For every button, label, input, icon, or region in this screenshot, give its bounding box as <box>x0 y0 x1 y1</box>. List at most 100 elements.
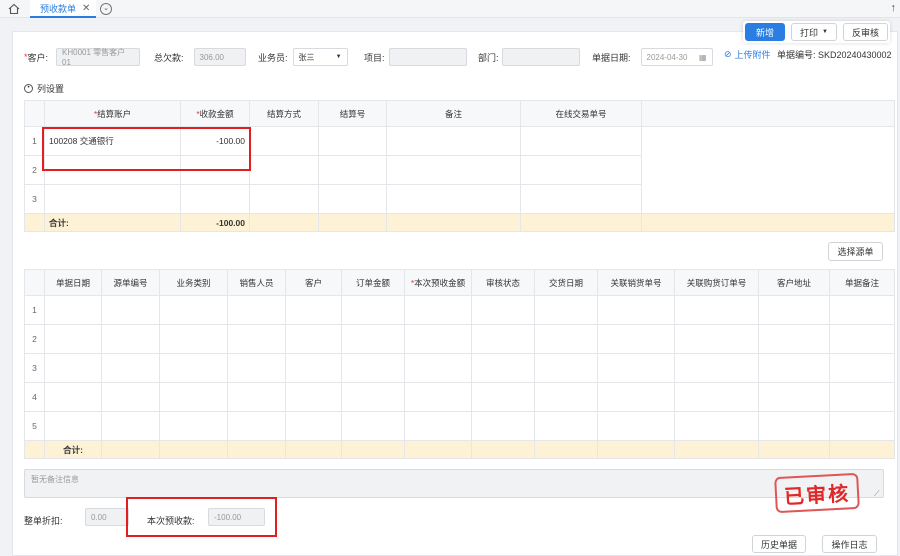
dept-field: 部门: <box>478 48 580 66</box>
column-header: 在线交易单号 <box>520 100 642 127</box>
customer-label: 客户: <box>27 52 49 63</box>
column-header: 关联销货单号 <box>597 269 675 296</box>
salesperson-label: 业务员: <box>258 52 288 63</box>
upload-label: 上传附件 <box>734 50 771 60</box>
column-header: 订单金额 <box>341 269 405 296</box>
table-cell[interactable] <box>520 126 642 156</box>
date-value: 2024-04-30 <box>646 52 688 62</box>
date-input[interactable]: 2024-04-30 ▦ <box>640 48 713 66</box>
audited-stamp: 已审核 <box>774 472 860 514</box>
column-header: 业务类别 <box>159 269 228 296</box>
column-header: *本次预收金额 <box>404 269 472 296</box>
paperclip-icon: ⊘ <box>724 49 732 59</box>
upload-link[interactable]: ⊘ 上传附件 <box>724 48 771 61</box>
arrow-up-icon[interactable]: ↑ <box>891 2 897 14</box>
column-header: 交货日期 <box>534 269 598 296</box>
column-header: *结算账户 <box>44 100 181 127</box>
table-cell[interactable] <box>318 184 387 214</box>
new-button[interactable]: 新增 <box>745 23 786 41</box>
table-cell[interactable] <box>520 184 642 214</box>
select-source-button[interactable]: 选择源单 <box>828 242 883 261</box>
table-cell <box>24 213 45 232</box>
table-row[interactable]: 3 <box>24 353 895 383</box>
table-cell[interactable] <box>386 126 521 156</box>
salesperson-value: 张三 <box>298 52 315 62</box>
table-row[interactable]: 3 <box>24 184 895 214</box>
account-cell[interactable] <box>44 184 181 214</box>
table-cell[interactable] <box>520 155 642 185</box>
source-table: 单据日期 源单编号 业务类别 销售人员 客户 订单金额 *本次预收金额 审核状态… <box>24 269 895 459</box>
dept-label: 部门: <box>478 52 499 63</box>
table-row[interactable]: 1 <box>24 295 895 325</box>
column-settings[interactable]: • 列设置 <box>24 82 64 95</box>
table-cell[interactable] <box>249 126 319 156</box>
table-cell <box>641 155 895 185</box>
row-number-header <box>24 100 45 127</box>
table-cell[interactable] <box>386 155 521 185</box>
history-button[interactable]: 历史单据 <box>752 535 806 553</box>
column-header: 结算方式 <box>249 100 319 127</box>
table-cell[interactable] <box>249 155 319 185</box>
column-header: 销售人员 <box>227 269 286 296</box>
table-row[interactable]: 4 <box>24 382 895 412</box>
row-number: 1 <box>24 295 45 325</box>
chevron-down-icon[interactable]: ⌄ <box>100 3 112 15</box>
table-cell[interactable] <box>318 126 387 156</box>
close-icon[interactable]: ✕ <box>82 3 90 14</box>
table-cell <box>318 213 387 232</box>
tab-prepay-receipt[interactable]: 预收款单 ✕ <box>30 0 97 18</box>
project-label: 项目: <box>364 52 385 63</box>
column-header: 客户地址 <box>758 269 830 296</box>
gear-icon: • <box>24 84 33 93</box>
column-settings-label: 列设置 <box>37 84 65 94</box>
table-cell[interactable] <box>249 184 319 214</box>
tab-label: 预收款单 <box>40 3 77 14</box>
column-header: 结算号 <box>318 100 387 127</box>
debt-field: 总欠款: 306.00 <box>154 48 246 66</box>
row-number: 4 <box>24 382 45 412</box>
column-header: 备注 <box>386 100 521 127</box>
print-button[interactable]: 打印 ▼ <box>791 23 837 41</box>
sum-label: 合计: <box>44 440 102 459</box>
doc-number: 单据编号: SKD20240430002 <box>777 50 892 60</box>
row-number: 3 <box>24 184 45 214</box>
column-header: 单据备注 <box>829 269 895 296</box>
operation-log-button[interactable]: 操作日志 <box>822 535 877 553</box>
discount-input[interactable]: 0.00 <box>85 508 129 526</box>
table-cell[interactable] <box>318 155 387 185</box>
row-number: 3 <box>24 353 45 383</box>
column-header: 审核状态 <box>471 269 535 296</box>
column-header: *收款金额 <box>180 100 250 127</box>
remark-textarea[interactable]: 暂无备注信息 <box>24 469 884 498</box>
sum-label: 合计: <box>44 213 181 232</box>
table-cell <box>520 213 642 232</box>
customer-input[interactable]: KH0001 零售客户01 <box>56 48 141 67</box>
dept-input[interactable] <box>501 48 580 66</box>
home-icon[interactable] <box>8 3 20 15</box>
table-cell <box>641 213 895 232</box>
table-cell <box>386 213 521 232</box>
column-header: 单据日期 <box>44 269 102 296</box>
summary-row: 合计: <box>24 440 895 459</box>
amount-cell[interactable] <box>180 184 250 214</box>
resize-handle-icon[interactable]: ⟋ <box>874 489 880 499</box>
sum-amount: -100.00 <box>180 213 250 232</box>
table-cell[interactable] <box>386 184 521 214</box>
highlight-box <box>126 497 277 537</box>
column-header: 关联购货订单号 <box>674 269 759 296</box>
toolbar: 新增 打印 ▼ 反审核 <box>743 21 890 43</box>
print-label: 打印 <box>800 27 819 38</box>
project-field: 项目: <box>364 48 467 66</box>
salesperson-select[interactable]: 张三 ▼ <box>292 48 348 66</box>
unaudit-button[interactable]: 反审核 <box>842 23 888 41</box>
discount-label: 整单折扣: <box>24 516 63 526</box>
summary-row: 合计: -100.00 <box>24 213 895 232</box>
salesperson-field: 业务员: 张三 ▼ <box>258 48 348 66</box>
caret-down-icon: ▼ <box>335 54 342 60</box>
project-input[interactable] <box>388 48 467 66</box>
tab-bar: 预收款单 ✕ ⌄ ↑ <box>0 0 900 18</box>
column-header <box>641 100 895 127</box>
table-row[interactable]: 5 <box>24 411 895 441</box>
calendar-icon: ▦ <box>698 52 707 62</box>
table-row[interactable]: 2 <box>24 324 895 354</box>
